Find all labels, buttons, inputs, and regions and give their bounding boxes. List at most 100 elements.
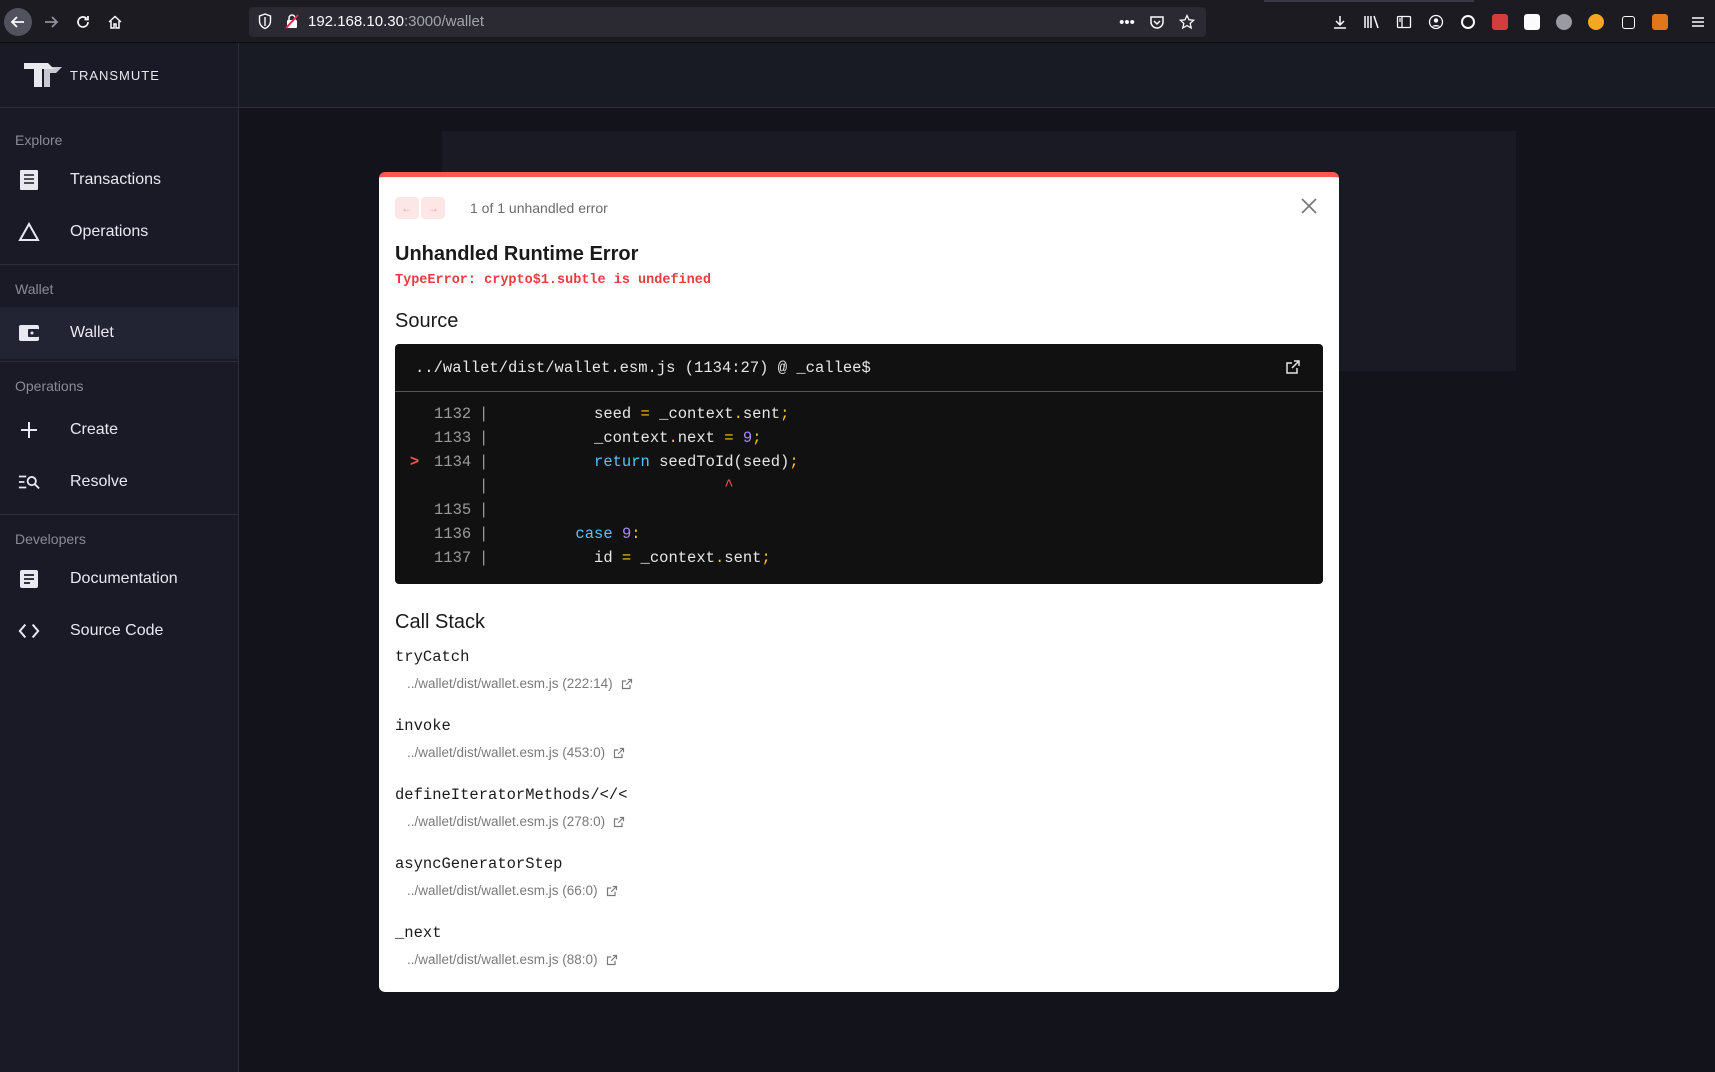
line-number: 1137 bbox=[434, 549, 472, 567]
stack-location[interactable]: ../wallet/dist/wallet.esm.js (222:14) bbox=[407, 676, 633, 691]
reload-button[interactable] bbox=[69, 8, 97, 36]
sidebar: TRANSMUTE Explore Transactions Operation… bbox=[0, 43, 239, 1072]
address-bar[interactable]: 192.168.10.30:3000/wallet ••• bbox=[249, 7, 1206, 37]
shield-icon[interactable] bbox=[258, 13, 272, 30]
hamburger-menu-icon[interactable] bbox=[1684, 9, 1712, 35]
url-host: 192.168.10.30 bbox=[308, 13, 404, 30]
stack-location[interactable]: ../wallet/dist/wallet.esm.js (88:0) bbox=[407, 952, 618, 967]
sidebar-item-documentation[interactable]: Documentation bbox=[0, 553, 238, 605]
search-list-icon bbox=[18, 471, 40, 493]
external-link-icon[interactable] bbox=[613, 747, 625, 759]
logo-text: TRANSMUTE bbox=[70, 67, 160, 83]
error-dialog: ← → 1 of 1 unhandled error Unhandled Run… bbox=[379, 172, 1339, 992]
pocket-icon[interactable] bbox=[1146, 11, 1168, 33]
metamask-fox-icon[interactable] bbox=[1646, 9, 1674, 35]
error-title: Unhandled Runtime Error bbox=[395, 243, 639, 265]
line-number: 1132 bbox=[434, 405, 472, 423]
code-line: 1136 | case 9: bbox=[395, 522, 1323, 546]
external-link-icon[interactable] bbox=[621, 678, 633, 690]
external-link-icon[interactable] bbox=[606, 885, 618, 897]
stack-location[interactable]: ../wallet/dist/wallet.esm.js (453:0) bbox=[407, 745, 625, 760]
error-marker: > bbox=[409, 453, 420, 471]
extension-red-icon[interactable] bbox=[1486, 9, 1514, 35]
document-icon bbox=[18, 568, 40, 590]
triangle-icon bbox=[18, 221, 40, 243]
bookmark-star-icon[interactable] bbox=[1176, 11, 1198, 33]
sidebar-toggle-icon[interactable] bbox=[1390, 9, 1418, 35]
receipt-icon bbox=[18, 169, 40, 191]
sidebar-item-operations[interactable]: Operations bbox=[0, 206, 238, 258]
account-icon[interactable] bbox=[1422, 9, 1450, 35]
extension-cube-icon[interactable] bbox=[1614, 9, 1642, 35]
url-path: :3000/wallet bbox=[403, 13, 484, 30]
external-link-icon[interactable] bbox=[1285, 359, 1301, 375]
code-line: 1137 | id = _context.sent; bbox=[395, 546, 1323, 570]
close-button[interactable] bbox=[1299, 197, 1319, 217]
close-icon bbox=[1301, 198, 1317, 214]
transmute-logo-icon bbox=[24, 63, 62, 87]
prev-error-button[interactable]: ← bbox=[395, 197, 419, 219]
source-heading: Source bbox=[395, 310, 459, 332]
extension-black-icon[interactable] bbox=[1454, 9, 1482, 35]
error-caret: ^ bbox=[724, 477, 734, 495]
call-stack-heading: Call Stack bbox=[395, 611, 486, 633]
home-button[interactable] bbox=[101, 8, 129, 36]
code-line: 1135 | bbox=[395, 498, 1323, 522]
stack-frame: defineIteratorMethods/</< ../wallet/dist… bbox=[395, 786, 628, 829]
code-line: 1132 | seed = _context.sent; bbox=[395, 402, 1323, 426]
back-button[interactable] bbox=[4, 8, 32, 36]
logo[interactable]: TRANSMUTE bbox=[0, 43, 238, 108]
insecure-lock-icon[interactable] bbox=[285, 14, 299, 29]
downloads-icon[interactable] bbox=[1326, 9, 1354, 35]
external-link-icon[interactable] bbox=[606, 954, 618, 966]
line-number: 1136 bbox=[434, 525, 472, 543]
code-line-error: >1134 | return seedToId(seed); bbox=[395, 450, 1323, 474]
plus-icon bbox=[18, 419, 40, 441]
external-link-icon[interactable] bbox=[613, 816, 625, 828]
sidebar-item-label: Wallet bbox=[70, 324, 114, 341]
sidebar-item-transactions[interactable]: Transactions bbox=[0, 154, 238, 206]
reload-icon bbox=[77, 16, 89, 28]
url-text[interactable]: 192.168.10.30:3000/wallet bbox=[308, 13, 484, 30]
source-file-path[interactable]: ../wallet/dist/wallet.esm.js (1134:27) @… bbox=[415, 359, 871, 377]
next-error-button[interactable]: → bbox=[421, 197, 445, 219]
more-actions-icon[interactable]: ••• bbox=[1116, 11, 1138, 33]
stack-function: tryCatch bbox=[395, 648, 470, 666]
sidebar-item-source-code[interactable]: Source Code bbox=[0, 605, 238, 657]
error-message: TypeError: crypto$1.subtle is undefined bbox=[395, 273, 711, 288]
code-line-caret: | ^ bbox=[479, 477, 734, 495]
stack-function: _next bbox=[395, 924, 442, 942]
tab-accent bbox=[1264, 0, 1474, 2]
stack-location[interactable]: ../wallet/dist/wallet.esm.js (66:0) bbox=[407, 883, 618, 898]
stack-function: asyncGeneratorStep bbox=[395, 855, 563, 873]
line-number: 1133 bbox=[434, 429, 472, 447]
sidebar-item-resolve[interactable]: Resolve bbox=[0, 456, 238, 508]
source-code-frame: ../wallet/dist/wallet.esm.js (1134:27) @… bbox=[395, 344, 1323, 584]
sidebar-item-label: Documentation bbox=[70, 570, 178, 587]
forward-button[interactable] bbox=[37, 8, 65, 36]
main-header bbox=[239, 43, 1715, 108]
sidebar-item-label: Operations bbox=[70, 223, 149, 240]
extension-reader-icon[interactable] bbox=[1518, 9, 1546, 35]
stack-frame: tryCatch ../wallet/dist/wallet.esm.js (2… bbox=[395, 648, 633, 691]
library-icon[interactable] bbox=[1358, 9, 1386, 35]
section-title-wallet: Wallet bbox=[15, 281, 54, 297]
browser-toolbar: 192.168.10.30:3000/wallet ••• bbox=[0, 0, 1715, 43]
stack-function: invoke bbox=[395, 717, 451, 735]
extension-orange-icon[interactable] bbox=[1582, 9, 1610, 35]
home-icon bbox=[108, 15, 122, 29]
stack-location[interactable]: ../wallet/dist/wallet.esm.js (278:0) bbox=[407, 814, 628, 829]
sidebar-item-wallet[interactable]: Wallet bbox=[0, 307, 238, 359]
sidebar-item-create[interactable]: Create bbox=[0, 404, 238, 456]
sidebar-item-label: Resolve bbox=[70, 473, 128, 490]
stack-frame: asyncGeneratorStep ../wallet/dist/wallet… bbox=[395, 855, 618, 898]
section-title-explore: Explore bbox=[15, 132, 63, 148]
sidebar-item-label: Source Code bbox=[70, 622, 164, 639]
arrow-left-icon bbox=[10, 16, 24, 28]
error-count: 1 of 1 unhandled error bbox=[470, 200, 608, 216]
line-number: 1135 bbox=[434, 501, 472, 519]
sidebar-item-label: Create bbox=[70, 421, 119, 438]
code-icon bbox=[18, 620, 40, 642]
extension-grey-icon[interactable] bbox=[1550, 9, 1578, 35]
stack-frame: invoke ../wallet/dist/wallet.esm.js (453… bbox=[395, 717, 625, 760]
